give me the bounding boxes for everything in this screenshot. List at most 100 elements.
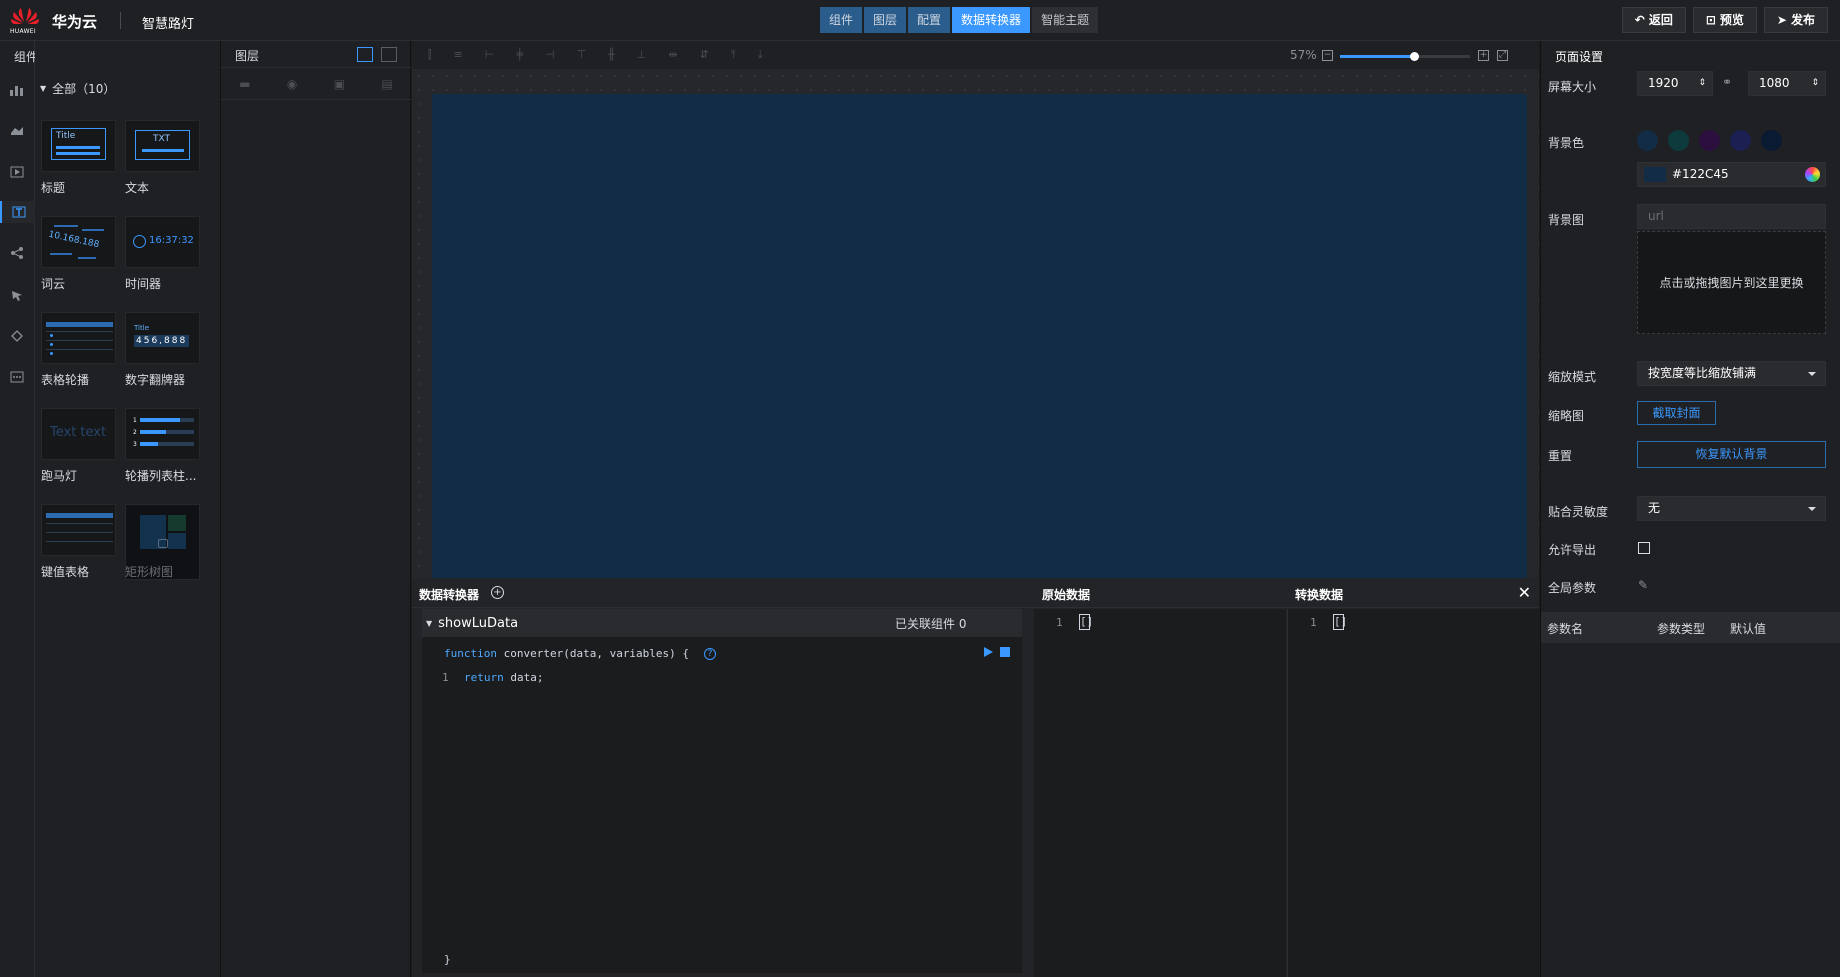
- logo-text: HUAWEI: [10, 28, 36, 35]
- tab-data-converter[interactable]: 数据转换器: [952, 7, 1031, 33]
- snap-sensitivity-select[interactable]: 无: [1637, 496, 1826, 521]
- map-icon[interactable]: [6, 120, 28, 142]
- component-card-table-carousel[interactable]: 表格轮播: [41, 312, 116, 388]
- zoom-level: 57%: [1290, 48, 1317, 62]
- color-swatch[interactable]: [1699, 130, 1720, 151]
- lock-icon[interactable]: ▣: [334, 77, 345, 91]
- align-bottom-icon[interactable]: ⊥: [637, 48, 647, 62]
- word-cloud-thumb-text: 10.168.188: [47, 229, 101, 251]
- send-to-bottom-icon[interactable]: ⤓: [758, 48, 763, 62]
- table-carousel-thumbnail: [41, 312, 116, 364]
- layer-thumbnail-view-icon[interactable]: [357, 47, 373, 62]
- align-h-center-icon[interactable]: ╪: [516, 48, 523, 62]
- stepper-icon[interactable]: ⇕: [1698, 72, 1706, 95]
- interaction-icon[interactable]: [6, 284, 28, 306]
- color-swatch[interactable]: [1761, 130, 1782, 151]
- component-tree-all[interactable]: ▼ 全部（10）: [40, 80, 115, 97]
- link-icon[interactable]: ⚭: [1722, 75, 1732, 89]
- chevron-down-icon: [1808, 507, 1816, 511]
- relation-icon[interactable]: [6, 242, 28, 264]
- canvas-screen[interactable]: [432, 94, 1527, 578]
- component-card-title[interactable]: Title 标题: [41, 120, 116, 196]
- media-icon[interactable]: [6, 161, 28, 183]
- bg-image-upload[interactable]: 点击或拖拽图片到这里更换: [1637, 231, 1826, 334]
- eye-icon[interactable]: ◉: [287, 77, 297, 91]
- scale-mode-select[interactable]: 按宽度等比缩放铺满: [1637, 361, 1826, 386]
- save-icon[interactable]: [1000, 647, 1010, 657]
- converted-data-pane[interactable]: 1 []: [1287, 609, 1539, 977]
- screen-width-input[interactable]: 1920 ⇕: [1637, 71, 1713, 96]
- converter-item[interactable]: ▼ showLuData 已关联组件 0: [422, 609, 1022, 637]
- component-card-carousel-bar-list[interactable]: 1 2 3 轮播列表柱...: [125, 408, 200, 484]
- tab-smart-theme[interactable]: 智能主题: [1032, 7, 1099, 33]
- color-swatch[interactable]: [1730, 130, 1751, 151]
- fit-screen-icon[interactable]: ⤢: [1497, 50, 1508, 61]
- data-converter-panel: 数据转换器 + 原始数据 转换数据 ✕ ▼ showLuData 已关联组件 0…: [412, 578, 1539, 977]
- bg-color-input[interactable]: #122C45: [1637, 162, 1826, 187]
- back-button[interactable]: ↶ 返回: [1621, 7, 1686, 33]
- preview-icon: ⊡: [1705, 13, 1716, 27]
- component-card-number-flip[interactable]: Title 456,888 数字翻牌器: [125, 312, 200, 388]
- text-thumbnail: TXT: [125, 120, 200, 172]
- help-icon[interactable]: ?: [704, 648, 716, 660]
- close-icon[interactable]: ✕: [1518, 583, 1531, 602]
- color-chip: [1644, 167, 1666, 182]
- folder-icon[interactable]: ▬: [239, 77, 250, 91]
- align-top-icon[interactable]: ⊤: [577, 48, 587, 62]
- run-icon[interactable]: [984, 647, 993, 657]
- component-card-key-value-table[interactable]: 键值表格: [41, 504, 116, 580]
- code-line[interactable]: return data;: [464, 671, 544, 684]
- code-editor[interactable]: function converter(data, variables) { ? …: [422, 637, 1022, 973]
- more-icon[interactable]: [6, 366, 28, 388]
- component-card-marquee[interactable]: Text text 跑马灯: [41, 408, 116, 484]
- align-left-icon[interactable]: ⫿: [428, 48, 432, 62]
- stepper-icon[interactable]: ⇕: [1811, 72, 1819, 95]
- capture-cover-button[interactable]: 截取封面: [1637, 401, 1716, 425]
- text-icon[interactable]: [0, 201, 35, 223]
- align-v-center-icon[interactable]: ╫: [608, 48, 615, 62]
- component-card-text[interactable]: TXT 文本: [125, 120, 200, 196]
- line-number: 1: [1056, 616, 1063, 629]
- align-right-edge-icon[interactable]: ⊣: [545, 48, 555, 62]
- brand-name[interactable]: 华为云: [52, 11, 97, 32]
- trash-icon[interactable]: ▤: [381, 77, 392, 91]
- color-picker-icon[interactable]: [1805, 167, 1820, 182]
- screen-height-input[interactable]: 1080 ⇕: [1748, 71, 1826, 96]
- text-thumb-text: TXT: [153, 134, 171, 144]
- tab-config[interactable]: 配置: [908, 7, 951, 33]
- component-card-word-cloud[interactable]: 10.168.188 词云: [41, 216, 116, 292]
- bg-image-url-input[interactable]: url: [1637, 204, 1826, 229]
- tab-layers[interactable]: 图层: [864, 7, 907, 33]
- edit-icon[interactable]: ✎: [1638, 578, 1648, 592]
- word-cloud-thumbnail: 10.168.188: [41, 216, 116, 268]
- zoom-in-button[interactable]: +: [1478, 50, 1489, 61]
- component-label: 数字翻牌器: [125, 373, 186, 387]
- color-swatch[interactable]: [1637, 130, 1658, 151]
- title-thumbnail: Title: [41, 120, 116, 172]
- tab-components[interactable]: 组件: [820, 7, 863, 33]
- add-converter-icon[interactable]: +: [491, 586, 504, 599]
- restore-default-bg-button[interactable]: 恢复默认背景: [1637, 441, 1826, 468]
- chart-bar-icon[interactable]: [6, 79, 28, 101]
- align-left-edge-icon[interactable]: ⊢: [485, 48, 495, 62]
- bring-to-top-icon[interactable]: ⤒: [731, 48, 736, 62]
- publish-button[interactable]: ➤ 发布: [1763, 7, 1828, 33]
- layer-list-view-icon[interactable]: [381, 47, 397, 62]
- distribute-h-icon[interactable]: ⇹: [668, 48, 677, 62]
- color-swatch[interactable]: [1668, 130, 1689, 151]
- canvas-area[interactable]: [412, 69, 1539, 578]
- component-card-timer[interactable]: 16:37:32 时间器: [125, 216, 200, 292]
- material-icon[interactable]: [6, 325, 28, 347]
- align-center-icon[interactable]: ≡: [454, 48, 463, 62]
- allow-export-checkbox[interactable]: [1638, 542, 1650, 554]
- preview-button[interactable]: ⊡ 预览: [1692, 7, 1757, 33]
- chevron-down-icon: [1808, 372, 1816, 376]
- component-label: 词云: [41, 277, 66, 291]
- component-card-treemap[interactable]: 矩形树图: [125, 504, 200, 580]
- raw-data-pane[interactable]: 1 []: [1034, 609, 1286, 977]
- zoom-slider-handle[interactable]: [1410, 52, 1420, 61]
- zoom-out-button[interactable]: −: [1322, 50, 1333, 61]
- converter-title: 数据转换器: [419, 588, 480, 602]
- zoom-slider[interactable]: [1340, 52, 1470, 61]
- distribute-v-icon[interactable]: ⇵: [700, 48, 709, 62]
